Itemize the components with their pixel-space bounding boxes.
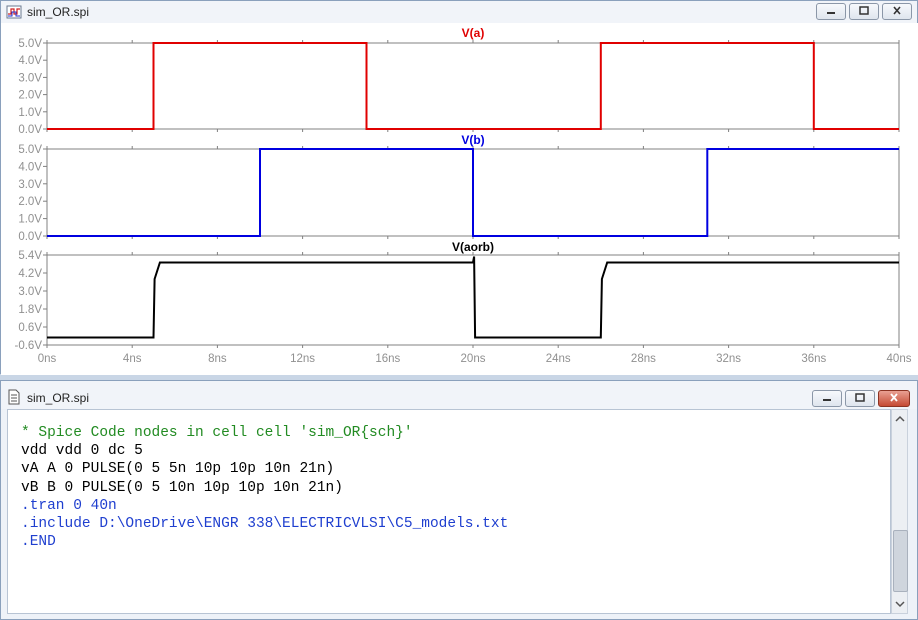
maximize-icon: [855, 393, 865, 402]
y-tick-label: 0.0V: [18, 231, 42, 243]
minimize-icon: [823, 399, 831, 401]
x-tick-label: 12ns: [290, 353, 315, 365]
code-line: vA A 0 PULSE(0 5 5n 10p 10p 10n 21n): [21, 461, 335, 478]
code-maximize-button[interactable]: [845, 390, 875, 407]
spice-code-editor[interactable]: * Spice Code nodes in cell cell 'sim_OR{…: [7, 409, 891, 614]
code-close-button[interactable]: [878, 390, 910, 407]
plot-window-title: sim_OR.spi: [27, 5, 90, 19]
vertical-scrollbar[interactable]: [891, 409, 908, 614]
trace-line: [47, 256, 899, 339]
waveform-chart: 5.0V 4.0V 3.0V 2.0V 1.0V 0.0V V(a) 5.0V 4.0V 3.0V…: [15, 26, 912, 365]
maximize-icon: [859, 6, 869, 15]
close-icon: [890, 393, 898, 402]
code-line: * Spice Code nodes in cell cell 'sim_OR{…: [21, 425, 413, 441]
y-tick-label: 4.0V: [18, 55, 42, 67]
document-icon: [8, 389, 20, 405]
y-tick-label: 1.0V: [18, 107, 42, 119]
code-minimize-button[interactable]: [812, 390, 842, 407]
code-window: sim_OR.spi * Spice Code nodes in cell ce…: [0, 380, 918, 620]
y-tick-label: 5.0V: [18, 144, 42, 156]
x-tick-label: 16ns: [375, 353, 400, 365]
code-line: vB B 0 PULSE(0 5 10n 10p 10p 10n 21n): [21, 479, 343, 496]
code-window-title: sim_OR.spi: [27, 391, 90, 405]
plot-frame: [46, 42, 900, 130]
trace-label: V(b): [461, 133, 484, 147]
code-line: .END: [21, 534, 56, 551]
code-line: .tran 0 40n: [21, 497, 117, 514]
close-icon: [893, 6, 901, 15]
y-tick-label: 2.0V: [18, 90, 42, 102]
y-tick-label: 4.0V: [18, 161, 42, 173]
y-tick-label: 1.0V: [18, 214, 42, 226]
trace-line: [47, 42, 899, 130]
y-tick-label: 5.0V: [18, 38, 42, 50]
y-tick-label: 3.0V: [18, 286, 42, 298]
scroll-down-icon[interactable]: [894, 598, 906, 610]
scrollbar-thumb[interactable]: [893, 530, 908, 592]
y-tick-label: -0.6V: [15, 340, 43, 352]
x-tick-label: 24ns: [546, 353, 571, 365]
trace-line: [47, 148, 899, 237]
minimize-button[interactable]: [816, 3, 846, 20]
y-tick-label: 3.0V: [18, 179, 42, 191]
x-tick-label: 20ns: [461, 353, 486, 365]
y-tick-label: 1.8V: [18, 304, 42, 316]
spice-code-text: * Spice Code nodes in cell cell 'sim_OR{…: [8, 410, 890, 551]
code-titlebar[interactable]: sim_OR.spi: [1, 381, 917, 409]
y-tick-label: 0.0V: [18, 124, 42, 136]
trace-label: V(a): [462, 26, 485, 40]
x-tick-label: 0ns: [38, 353, 57, 365]
trace-label: V(aorb): [452, 240, 494, 254]
x-tick-label: 8ns: [208, 353, 227, 365]
y-tick-label: 4.2V: [18, 268, 42, 280]
waveform-icon: [6, 5, 22, 19]
minimize-icon: [827, 12, 835, 14]
x-tick-label: 32ns: [716, 353, 741, 365]
plot-frame: [46, 254, 900, 346]
code-line: .include D:\OneDrive\ENGR 338\ELECTRICVL…: [21, 515, 509, 532]
x-tick-label: 36ns: [801, 353, 826, 365]
code-line: vdd vdd 0 dc 5: [21, 443, 143, 460]
close-button[interactable]: [882, 3, 912, 20]
x-tick-label: 4ns: [123, 353, 142, 365]
scroll-up-icon[interactable]: [894, 413, 906, 425]
plot-titlebar[interactable]: sim_OR.spi: [1, 1, 917, 23]
y-tick-label: 0.6V: [18, 322, 42, 334]
y-tick-label: 3.0V: [18, 72, 42, 84]
waveform-plot-area[interactable]: 5.0V 4.0V 3.0V 2.0V 1.0V 0.0V V(a) 5.0V 4.0V 3.0V…: [1, 23, 918, 375]
x-tick-label: 28ns: [631, 353, 656, 365]
y-tick-label: 2.0V: [18, 196, 42, 208]
plot-window: sim_OR.spi 5.0V 4.0V 3.0V 2.0V 1.0V 0.0V V(a) 5…: [0, 0, 918, 375]
x-tick-label: 40ns: [887, 353, 912, 365]
y-tick-label: 5.4V: [18, 250, 42, 262]
maximize-button[interactable]: [849, 3, 879, 20]
